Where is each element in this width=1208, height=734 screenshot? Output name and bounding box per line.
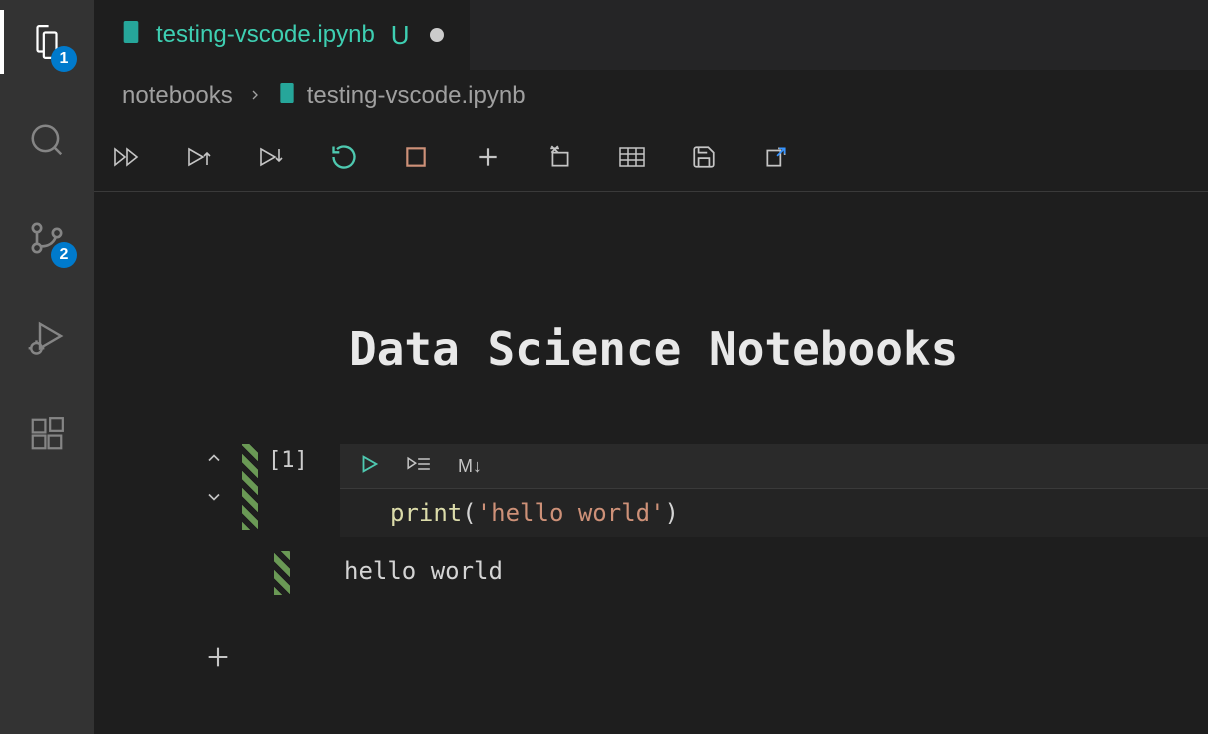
activity-extensions-icon[interactable] <box>23 410 71 458</box>
activity-run-debug-icon[interactable] <box>23 312 71 360</box>
run-cell-icon[interactable] <box>358 453 380 480</box>
activity-explorer-icon[interactable]: 1 <box>23 18 71 66</box>
cell-action-bar: M↓ <box>340 444 1208 488</box>
convert-to-markdown-button[interactable]: M↓ <box>458 456 482 477</box>
breadcrumb-file-label: testing-vscode.ipynb <box>307 82 526 110</box>
breadcrumb-file[interactable]: testing-vscode.ipynb <box>277 81 526 112</box>
add-cell-icon[interactable] <box>472 141 504 173</box>
cell-output-text: hello world <box>344 551 503 595</box>
output-status-stripe <box>274 551 290 595</box>
notebook-file-icon <box>120 19 142 52</box>
save-icon[interactable] <box>688 141 720 173</box>
code-token-string: 'hello world' <box>477 499 665 527</box>
tab-git-status: U <box>391 20 410 51</box>
notebook-toolbar <box>94 122 1208 192</box>
activity-source-control-icon[interactable]: 2 <box>23 214 71 262</box>
explorer-badge: 1 <box>51 46 77 72</box>
editor-main: testing-vscode.ipynb U notebooks testing… <box>94 0 1208 734</box>
code-editor[interactable]: print('hello world') <box>340 488 1208 537</box>
cell-output-row: hello world <box>94 551 1208 595</box>
run-by-line-icon[interactable] <box>406 454 432 479</box>
source-control-badge: 2 <box>51 242 77 268</box>
breadcrumb-folder-label: notebooks <box>122 82 233 110</box>
breadcrumb-folder[interactable]: notebooks <box>122 82 233 110</box>
tab-bar: testing-vscode.ipynb U <box>94 0 1208 70</box>
chevron-right-icon <box>247 82 263 110</box>
activity-bar: 1 2 <box>0 0 94 734</box>
variables-icon[interactable] <box>616 141 648 173</box>
run-above-icon[interactable] <box>184 141 216 173</box>
interrupt-kernel-icon[interactable] <box>400 141 432 173</box>
tab-dirty-dot-icon[interactable] <box>430 28 444 42</box>
cell-move-controls <box>202 448 236 512</box>
add-cell-button[interactable] <box>204 643 1208 676</box>
code-token-paren: ( <box>462 499 476 527</box>
activity-search-icon[interactable] <box>23 116 71 164</box>
code-token-paren: ) <box>665 499 679 527</box>
breadcrumb: notebooks testing-vscode.ipynb <box>94 70 1208 122</box>
tab-testing-vscode[interactable]: testing-vscode.ipynb U <box>94 0 470 70</box>
code-token-fn: print <box>390 499 462 527</box>
execution-count: [1] <box>268 444 326 473</box>
move-cell-up-icon[interactable] <box>202 448 236 473</box>
export-icon[interactable] <box>760 141 792 173</box>
run-all-icon[interactable] <box>112 141 144 173</box>
tab-file-name: testing-vscode.ipynb <box>156 21 375 49</box>
clear-outputs-icon[interactable] <box>544 141 576 173</box>
notebook-body: Data Science Notebooks [1] <box>94 192 1208 734</box>
notebook-file-icon <box>277 81 297 112</box>
execution-status-stripe <box>242 444 258 530</box>
restart-kernel-icon[interactable] <box>328 141 360 173</box>
cell-main: M↓ print('hello world') <box>340 444 1208 537</box>
code-cell: [1] M↓ print('hello world') <box>94 444 1208 537</box>
markdown-heading[interactable]: Data Science Notebooks <box>349 322 1208 376</box>
move-cell-down-icon[interactable] <box>202 487 236 512</box>
run-below-icon[interactable] <box>256 141 288 173</box>
